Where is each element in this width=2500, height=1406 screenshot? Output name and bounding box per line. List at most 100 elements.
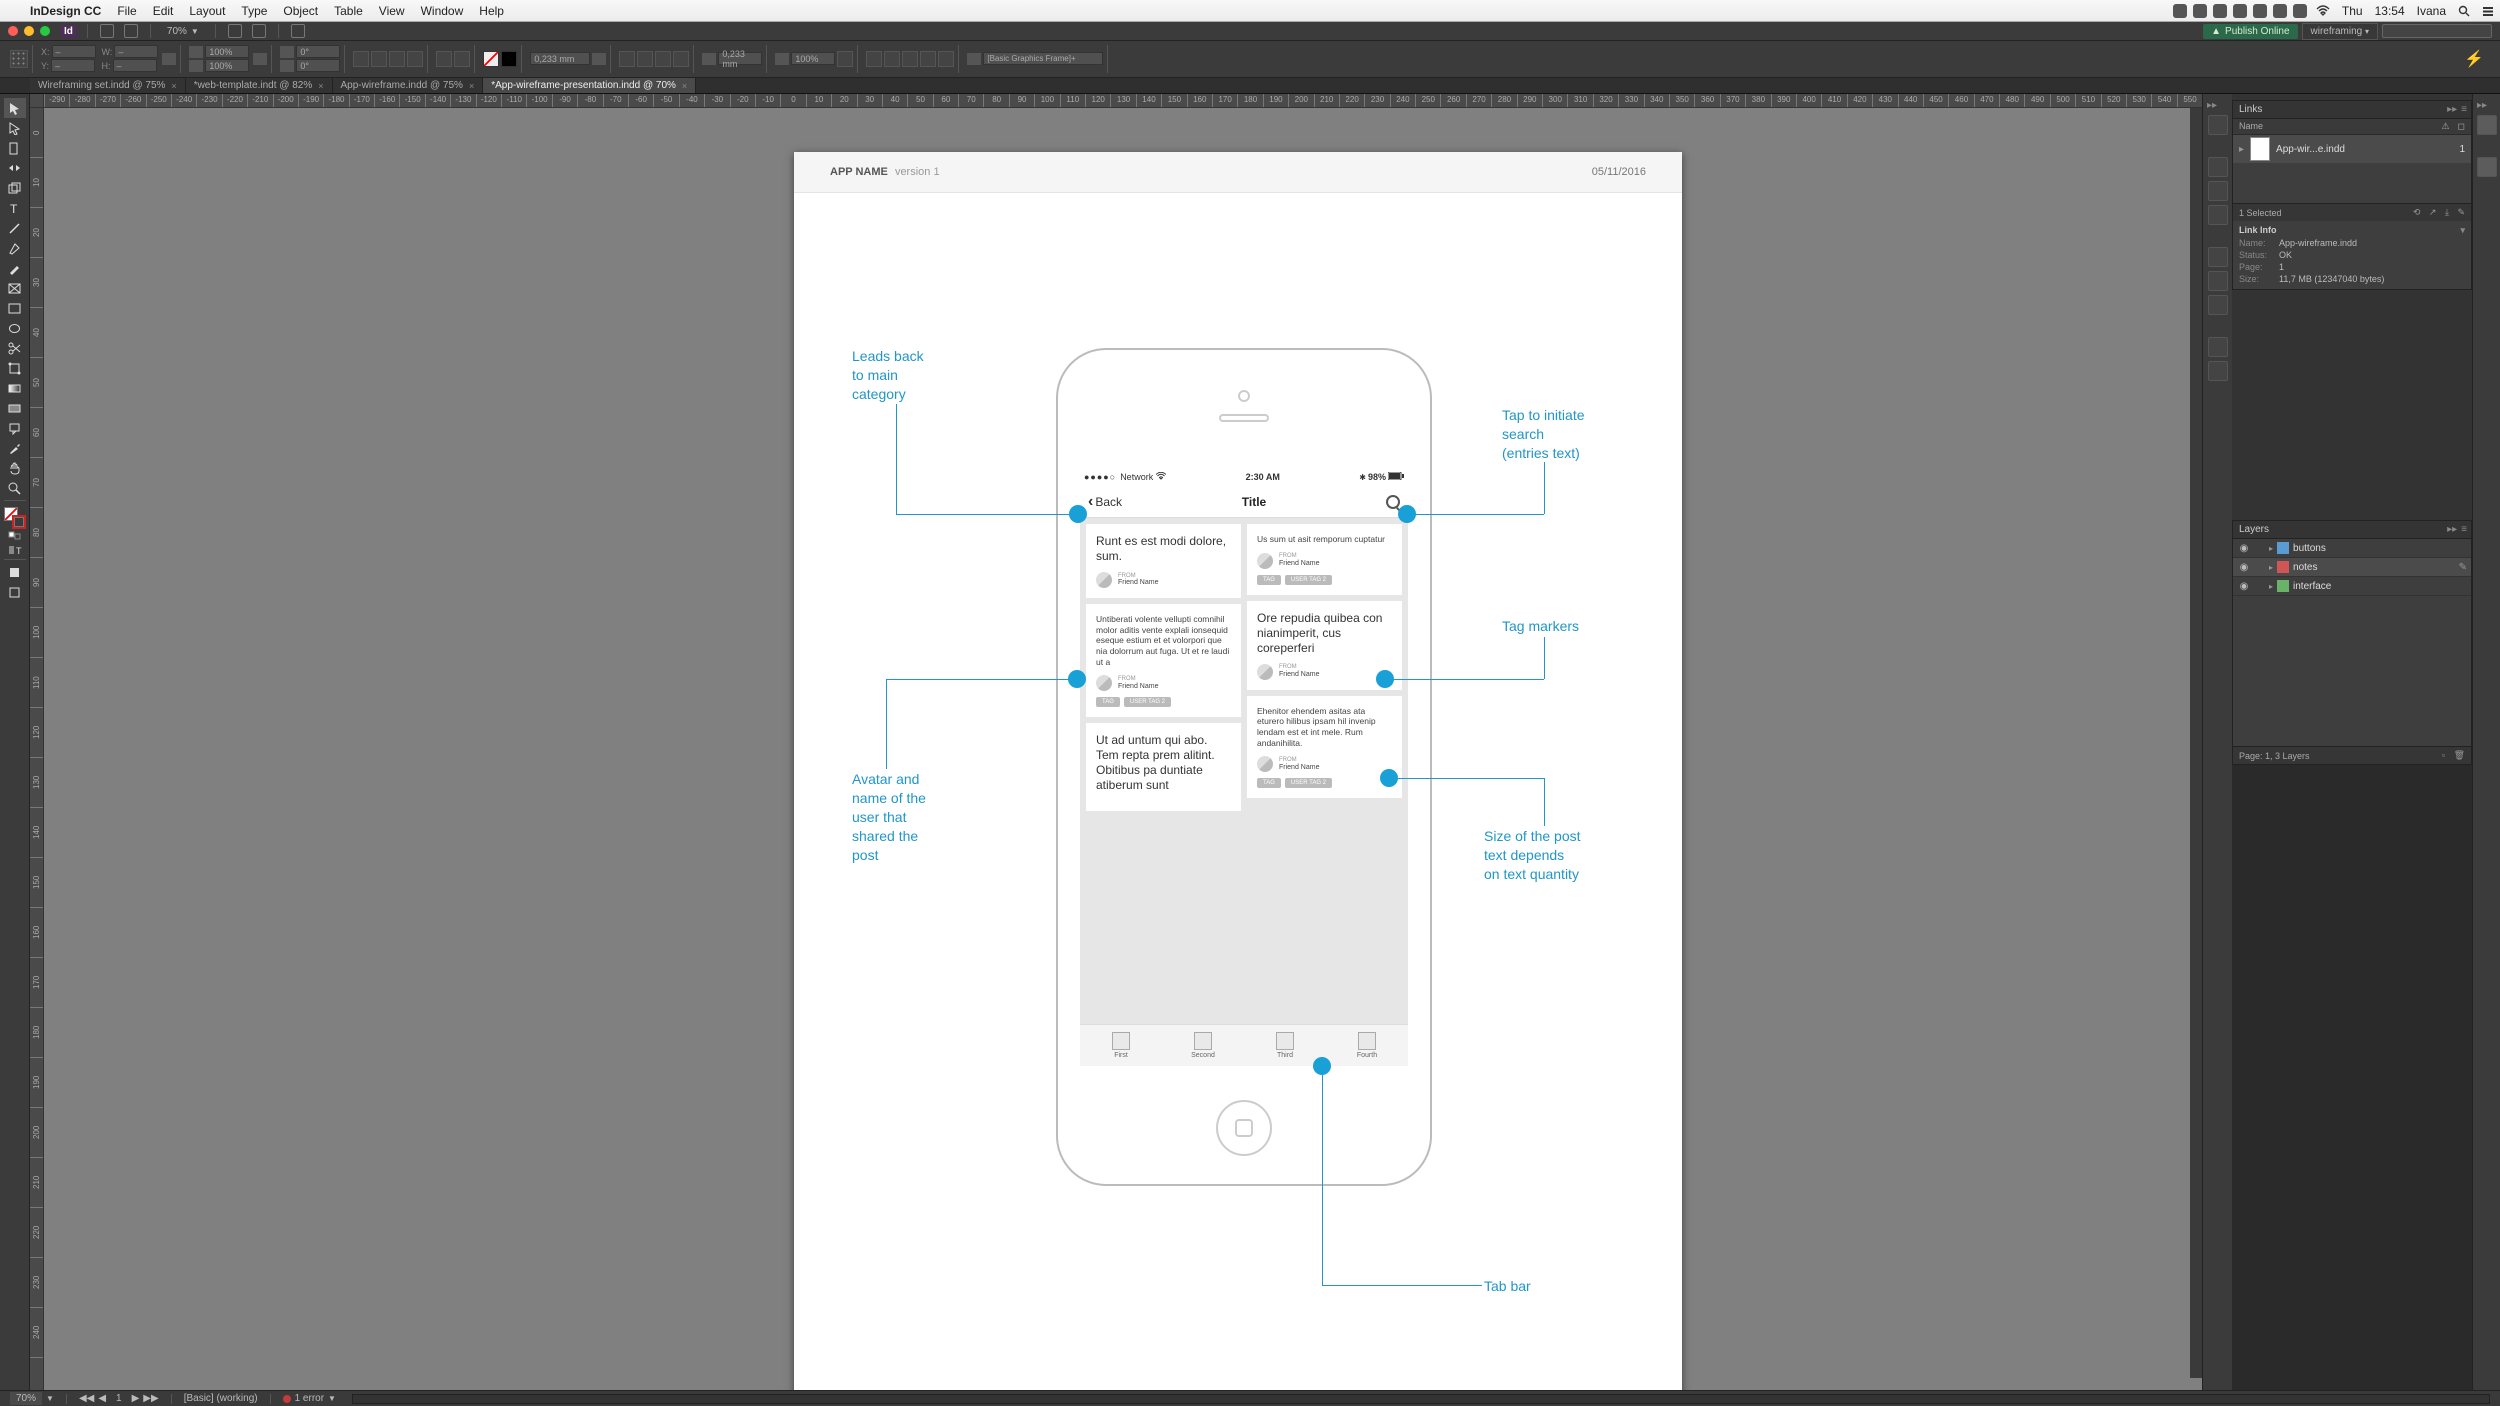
help-search-input[interactable] bbox=[2382, 24, 2492, 38]
free-transform-tool[interactable] bbox=[4, 358, 26, 378]
relink-icon[interactable]: ⟲ bbox=[2413, 207, 2421, 217]
vertical-scrollbar[interactable] bbox=[2190, 108, 2202, 1378]
text-wrap-jump-button[interactable] bbox=[920, 51, 936, 67]
scale-x-field[interactable]: 100% bbox=[205, 45, 249, 58]
layer-disclosure-icon[interactable]: ▸ bbox=[2269, 582, 2273, 591]
tag-pill[interactable]: TAG bbox=[1257, 778, 1281, 788]
nav-search-icon[interactable] bbox=[1386, 495, 1400, 509]
text-wrap-shape-button[interactable] bbox=[902, 51, 918, 67]
flip-h-button[interactable] bbox=[389, 51, 405, 67]
document-page[interactable]: APP NAME version 1 05/11/2016 Leads back… bbox=[794, 152, 1682, 1390]
dock-icon-swatches[interactable] bbox=[2208, 271, 2228, 291]
iphone-home-button[interactable] bbox=[1216, 1100, 1272, 1156]
eyedropper-tool[interactable] bbox=[4, 438, 26, 458]
menu-help[interactable]: Help bbox=[471, 4, 512, 18]
stock-button[interactable] bbox=[124, 24, 138, 38]
dock-icon-layers[interactable] bbox=[2208, 181, 2228, 201]
status-errors[interactable]: 1 error▼ bbox=[279, 1393, 340, 1404]
menu-type[interactable]: Type bbox=[233, 4, 275, 18]
dock-icon-paragraph-styles[interactable] bbox=[2208, 337, 2228, 357]
gap-tool[interactable] bbox=[4, 158, 26, 178]
line-tool[interactable] bbox=[4, 218, 26, 238]
fill-swatch[interactable] bbox=[483, 51, 499, 67]
fitting-center-button[interactable] bbox=[655, 51, 671, 67]
menu-layout[interactable]: Layout bbox=[181, 4, 233, 18]
tray-icon-3[interactable] bbox=[2213, 4, 2227, 18]
window-zoom-button[interactable] bbox=[40, 26, 50, 36]
dock-expand-1[interactable]: ▸▸ bbox=[2203, 100, 2217, 111]
scale-y-field[interactable]: 100% bbox=[205, 59, 249, 72]
menu-view[interactable]: View bbox=[371, 4, 413, 18]
tray-icon-4[interactable] bbox=[2233, 4, 2247, 18]
scissors-tool[interactable] bbox=[4, 338, 26, 358]
dock-icon-character-styles[interactable] bbox=[2208, 361, 2228, 381]
text-wrap-bounding-button[interactable] bbox=[884, 51, 900, 67]
text-wrap-column-button[interactable] bbox=[938, 51, 954, 67]
feed-card[interactable]: Runt es est modi dolore, sum.FROMFriend … bbox=[1086, 524, 1241, 598]
links-panel-menu-icon[interactable]: ≡ bbox=[2461, 104, 2465, 115]
rotate-90-ccw-button[interactable] bbox=[371, 51, 387, 67]
document-tab[interactable]: *web-template.indt @ 82%× bbox=[186, 78, 333, 93]
rectangle-frame-tool[interactable] bbox=[4, 278, 26, 298]
links-col-name[interactable]: Name bbox=[2239, 121, 2441, 132]
link-info-collapse-icon[interactable]: ▾ bbox=[2460, 225, 2465, 236]
dock-icon-cclib[interactable] bbox=[2208, 115, 2228, 135]
zoom-tool[interactable] bbox=[4, 478, 26, 498]
constrain-scale-icon[interactable] bbox=[253, 53, 267, 65]
type-tool[interactable]: T bbox=[4, 198, 26, 218]
tag-pill[interactable]: USER TAG 2 bbox=[1124, 697, 1171, 707]
app-name-menu[interactable]: InDesign CC bbox=[22, 4, 109, 18]
delete-layer-icon[interactable]: 🗑 bbox=[2454, 750, 2465, 760]
feed[interactable]: Runt es est modi dolore, sum.FROMFriend … bbox=[1080, 518, 1408, 1024]
links-col-page-icon[interactable]: ◻ bbox=[2458, 121, 2465, 132]
page-tool[interactable] bbox=[4, 138, 26, 158]
corner-radius-field[interactable]: 0,233 mm bbox=[718, 52, 762, 65]
menubar-user[interactable]: Ivana bbox=[2411, 4, 2452, 18]
layer-row[interactable]: ◉▸buttons bbox=[2233, 539, 2471, 558]
tag-pill[interactable]: TAG bbox=[1096, 697, 1120, 707]
pasteboard[interactable]: APP NAME version 1 05/11/2016 Leads back… bbox=[44, 108, 2202, 1390]
edit-original-icon[interactable]: ✎ bbox=[2457, 207, 2465, 217]
layer-row[interactable]: ◉▸notes✎ bbox=[2233, 558, 2471, 577]
menu-object[interactable]: Object bbox=[275, 4, 326, 18]
notification-center-icon[interactable] bbox=[2476, 5, 2500, 17]
window-close-button[interactable] bbox=[8, 26, 18, 36]
stroke-swatch[interactable] bbox=[501, 51, 517, 67]
tray-icon-1[interactable] bbox=[2173, 4, 2187, 18]
rectangle-tool[interactable] bbox=[4, 298, 26, 318]
feed-card[interactable]: Untiberati volente vellupti comnihil mol… bbox=[1086, 604, 1241, 717]
reference-point-proxy[interactable] bbox=[10, 50, 28, 68]
dock-icon-pages[interactable] bbox=[2208, 157, 2228, 177]
dock-icon-links[interactable] bbox=[2208, 205, 2228, 225]
layer-disclosure-icon[interactable]: ▸ bbox=[2269, 563, 2273, 572]
dock-icon-color[interactable] bbox=[2208, 295, 2228, 315]
menubar-day[interactable]: Thu bbox=[2336, 4, 2369, 18]
layer-disclosure-icon[interactable]: ▸ bbox=[2269, 544, 2273, 553]
gradient-feather-tool[interactable] bbox=[4, 398, 26, 418]
close-tab-icon[interactable]: × bbox=[469, 81, 474, 91]
formatting-affects-button[interactable]: T bbox=[4, 543, 26, 557]
tag-pill[interactable]: USER TAG 2 bbox=[1285, 778, 1332, 788]
layers-panel-menu-icon[interactable]: ≡ bbox=[2461, 524, 2465, 535]
status-page-nav[interactable]: ◀◀◀1▶▶▶ bbox=[75, 1393, 163, 1404]
close-tab-icon[interactable]: × bbox=[318, 81, 323, 91]
vertical-ruler[interactable]: 0102030405060708090100110120130140150160… bbox=[30, 108, 44, 1390]
menu-table[interactable]: Table bbox=[326, 4, 371, 18]
horizontal-scrollbar[interactable] bbox=[352, 1394, 2490, 1404]
workspace-switcher[interactable]: wireframing ▾ bbox=[2302, 23, 2378, 40]
links-panel-title[interactable]: Links bbox=[2239, 104, 2262, 115]
zoom-level-dropdown[interactable]: 70%▼ bbox=[167, 26, 199, 37]
links-row-1[interactable]: ▸ App-wir...e.indd 1 bbox=[2233, 135, 2471, 163]
ellipse-tool[interactable] bbox=[4, 318, 26, 338]
text-wrap-none-button[interactable] bbox=[866, 51, 882, 67]
tab-bar-item[interactable]: Second bbox=[1162, 1025, 1244, 1066]
close-tab-icon[interactable]: × bbox=[171, 81, 176, 91]
nav-back-button[interactable]: ‹Back bbox=[1088, 493, 1122, 511]
select-content-button[interactable] bbox=[454, 51, 470, 67]
feed-card[interactable]: Ehenitor ehendem asitas ata eturero hili… bbox=[1247, 696, 1402, 799]
ruler-origin[interactable] bbox=[30, 94, 44, 108]
fitting-fit-button[interactable] bbox=[637, 51, 653, 67]
layer-row[interactable]: ◉▸interface bbox=[2233, 577, 2471, 596]
menu-window[interactable]: Window bbox=[413, 4, 472, 18]
window-minimize-button[interactable] bbox=[24, 26, 34, 36]
